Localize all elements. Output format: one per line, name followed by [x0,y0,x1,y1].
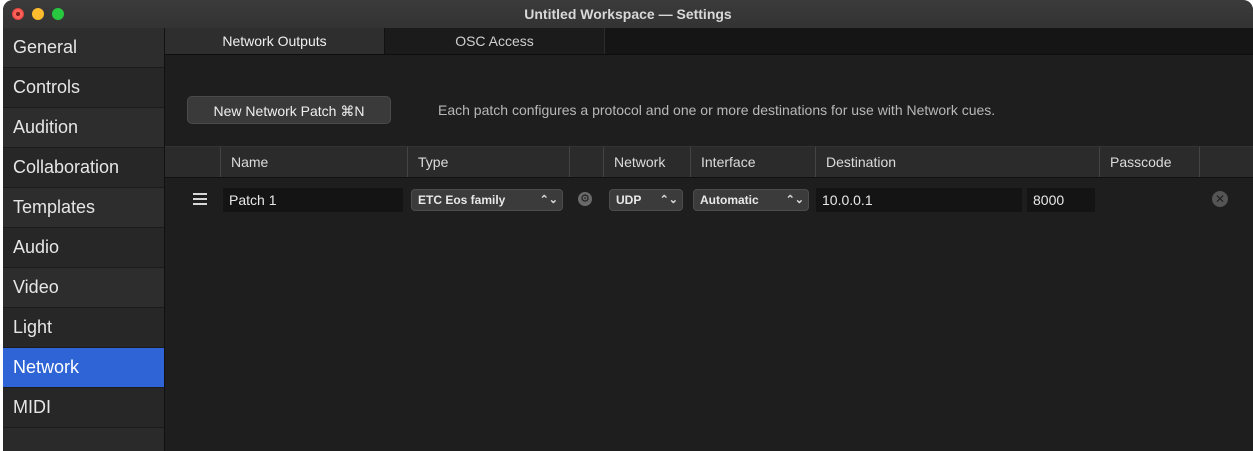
new-network-patch-button[interactable]: New Network Patch ⌘N [187,96,391,124]
sidebar-item-controls[interactable]: Controls [3,68,164,108]
sidebar-item-light[interactable]: Light [3,308,164,348]
settings-sidebar: General Controls Audition Collaboration … [3,28,165,451]
tab-network-outputs[interactable]: Network Outputs [165,28,385,54]
passcode-field[interactable] [1101,188,1195,212]
title-bar: Untitled Workspace — Settings [3,0,1253,29]
column-header-interface[interactable]: Interface [690,147,815,177]
drag-handle-icon[interactable] [193,193,207,208]
interface-value: Automatic [700,193,759,207]
settings-window: Untitled Workspace — Settings General Co… [3,0,1253,451]
chevron-updown-icon: ⌃⌄ [785,194,804,206]
sidebar-item-network[interactable]: Network [3,348,164,388]
destination-address-field[interactable]: 10.0.0.1 [816,188,1022,212]
column-header-remove [1199,147,1249,177]
column-header-network[interactable]: Network [603,147,690,177]
patch-type-value: ETC Eos family [418,193,506,207]
sidebar-item-general[interactable]: General [3,28,164,68]
settings-content: Network Outputs OSC Access New Network P… [165,28,1253,451]
sidebar-item-audio[interactable]: Audio [3,228,164,268]
destination-port-field[interactable]: 8000 [1027,188,1095,212]
chevron-updown-icon: ⌃⌄ [539,194,558,206]
tab-osc-access[interactable]: OSC Access [385,28,605,54]
interface-select[interactable]: Automatic ⌃⌄ [693,189,809,211]
type-settings-gear-icon[interactable]: ⚙ [578,192,592,206]
patch-table-header: Name Type Network Interface Destination … [165,146,1253,178]
table-row: Patch 1 ETC Eos family ⌃⌄ ⚙ UDP ⌃⌄ Autom… [165,188,1253,214]
sidebar-item-templates[interactable]: Templates [3,188,164,228]
patch-help-text: Each patch configures a protocol and one… [438,102,996,118]
sidebar-item-collaboration[interactable]: Collaboration [3,148,164,188]
patch-name-field[interactable]: Patch 1 [223,188,403,212]
sidebar-item-audition[interactable]: Audition [3,108,164,148]
column-header-name[interactable]: Name [220,147,407,177]
column-header-type-settings [569,147,603,177]
window-title: Untitled Workspace — Settings [524,6,732,22]
chevron-updown-icon: ⌃⌄ [659,194,678,206]
sidebar-item-midi[interactable]: MIDI [3,388,164,428]
remove-patch-close-icon[interactable]: ✕ [1212,191,1228,207]
column-header-type[interactable]: Type [407,147,569,177]
sidebar-item-video[interactable]: Video [3,268,164,308]
column-header-passcode[interactable]: Passcode [1099,147,1199,177]
column-header-destination[interactable]: Destination [815,147,1099,177]
network-protocol-select[interactable]: UDP ⌃⌄ [609,189,683,211]
network-protocol-value: UDP [616,193,642,207]
patch-type-select[interactable]: ETC Eos family ⌃⌄ [411,189,563,211]
tab-bar: Network Outputs OSC Access [165,28,1253,55]
